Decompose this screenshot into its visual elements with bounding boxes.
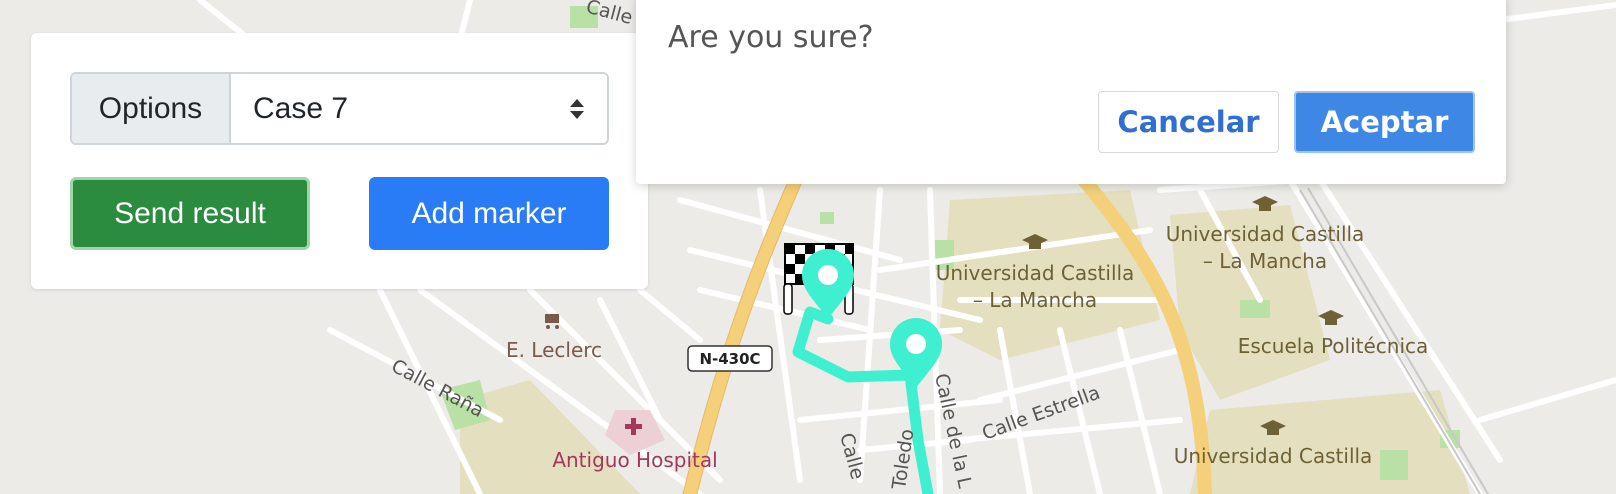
options-label: Options bbox=[72, 74, 231, 143]
map-label-university: Universidad Castilla bbox=[1174, 444, 1373, 468]
dialog-title: Are you sure? bbox=[668, 20, 874, 55]
send-result-button[interactable]: Send result bbox=[70, 177, 310, 250]
confirm-dialog: Are you sure? Cancelar Aceptar bbox=[636, 0, 1506, 184]
map-label-store: E. Leclerc bbox=[506, 338, 602, 362]
case-select-value: Case 7 bbox=[253, 91, 349, 125]
map-label-university: – La Mancha bbox=[1203, 249, 1327, 273]
options-input-group: Options Case 7 bbox=[70, 72, 609, 145]
accept-button[interactable]: Aceptar bbox=[1294, 91, 1475, 153]
control-panel: Options Case 7 Send result Add marker bbox=[31, 33, 648, 289]
map-label-university: Universidad Castilla bbox=[1166, 222, 1365, 246]
case-select[interactable]: Case 7 bbox=[231, 74, 607, 143]
cancel-button[interactable]: Cancelar bbox=[1098, 91, 1279, 153]
add-marker-button[interactable]: Add marker bbox=[369, 177, 609, 250]
map-label-hospital: Antiguo Hospital bbox=[552, 448, 717, 472]
select-arrows-icon bbox=[570, 98, 584, 119]
map-label-school: Escuela Politécnica bbox=[1238, 334, 1429, 358]
map-label-university: – La Mancha bbox=[973, 288, 1097, 312]
map-label-university: Universidad Castilla bbox=[936, 261, 1135, 285]
road-badge: N-430C bbox=[699, 350, 760, 368]
